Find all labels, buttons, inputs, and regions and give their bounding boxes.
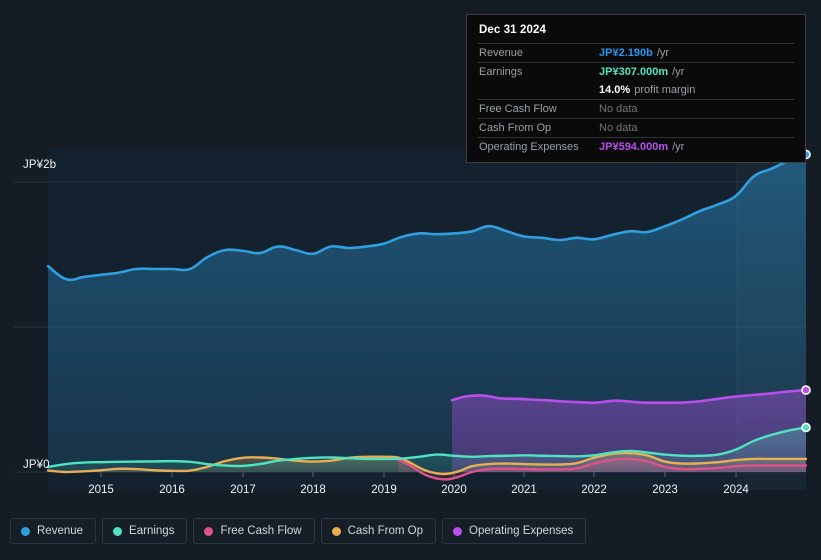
tooltip-row-value-wrap: No data xyxy=(599,122,638,134)
tooltip-rows: Revenue JP¥2.190b/yr Earnings JP¥307.000m/y… xyxy=(477,43,795,156)
tooltip-row-suffix: /yr xyxy=(672,66,685,78)
x-axis-label-2018: 2018 xyxy=(300,484,326,496)
legend-item-cash-from-op[interactable]: Cash From Op xyxy=(320,518,437,544)
tooltip-row-value: No data xyxy=(599,122,638,134)
tooltip-date: Dec 31 2024 xyxy=(479,24,546,36)
tooltip-row-value: JP¥307.000m xyxy=(599,66,669,78)
y-axis-label-zero: JP¥0 xyxy=(23,459,50,471)
legend-color-dot-icon xyxy=(331,526,341,536)
x-axis-label-2020: 2020 xyxy=(441,484,467,496)
legend-color-dot-icon xyxy=(453,526,463,536)
legend-item-label: Earnings xyxy=(129,525,175,537)
legend-item-label: Free Cash Flow xyxy=(220,525,302,537)
x-axis-label-2019: 2019 xyxy=(371,484,397,496)
legend-item-earnings[interactable]: Earnings xyxy=(102,518,188,544)
tooltip-row-value-wrap: JP¥2.190b/yr xyxy=(599,47,669,59)
x-axis-label-2023: 2023 xyxy=(652,484,678,496)
tooltip-row-suffix: /yr xyxy=(656,47,670,59)
tooltip-row-label: Revenue xyxy=(479,47,524,59)
end-marker-operating-expenses[interactable] xyxy=(801,385,811,395)
x-axis-label-2022: 2022 xyxy=(581,484,607,496)
tooltip-row: Free Cash Flow No data xyxy=(477,99,795,118)
tooltip-row-label: Free Cash Flow xyxy=(479,103,557,115)
legend-item-revenue[interactable]: Revenue xyxy=(10,518,97,544)
legend-item-label: Cash From Op xyxy=(347,525,424,537)
tooltip-row-value-wrap: 14.0% profit margin xyxy=(599,84,695,96)
chart-tooltip: Dec 31 2024 Revenue JP¥2.190b/yr Earnings J… xyxy=(466,14,806,163)
tooltip-row-suffix: /yr xyxy=(672,141,685,153)
x-axis-label-2015: 2015 xyxy=(88,484,114,496)
legend-item-label: Operating Expenses xyxy=(469,525,574,537)
tooltip-row: Earnings JP¥307.000m/yr xyxy=(477,62,795,81)
legend-color-dot-icon xyxy=(204,526,214,536)
tooltip-row: Operating Expenses JP¥594.000m/yr xyxy=(477,137,795,156)
tooltip-row: 14.0% profit margin xyxy=(477,81,795,99)
legend-item-operating-expenses[interactable]: Operating Expenses xyxy=(442,518,587,544)
tooltip-row-value: JP¥2.190b xyxy=(599,47,653,59)
tooltip-row-value: 14.0% xyxy=(599,84,631,96)
legend-item-label: Revenue xyxy=(37,525,84,537)
tooltip-row-label: Earnings xyxy=(479,66,523,78)
tooltip-row: Revenue JP¥2.190b/yr xyxy=(477,43,795,62)
legend-color-dot-icon xyxy=(113,526,123,536)
legend-color-dot-icon xyxy=(21,526,30,536)
legend-item-free-cash-flow[interactable]: Free Cash Flow xyxy=(193,518,315,544)
x-axis-label-2024: 2024 xyxy=(723,484,749,496)
tooltip-row-value: JP¥594.000m xyxy=(599,141,669,153)
tooltip-row-value: No data xyxy=(599,103,638,115)
tooltip-row-value-wrap: JP¥307.000m/yr xyxy=(599,66,684,78)
tooltip-row-label: Cash From Op xyxy=(479,122,552,134)
tooltip-row-suffix: profit margin xyxy=(634,84,696,96)
chart-legend[interactable]: Revenue Earnings Free Cash Flow Cash From O… xyxy=(10,518,587,544)
tooltip-row: Cash From Op No data xyxy=(477,118,795,137)
tooltip-row-value-wrap: No data xyxy=(599,103,638,115)
x-axis-label-2017: 2017 xyxy=(230,484,256,496)
y-axis-label-max: JP¥2b xyxy=(23,159,57,171)
tooltip-row-value-wrap: JP¥594.000m/yr xyxy=(599,141,684,153)
tooltip-row-label: Operating Expenses xyxy=(479,141,579,153)
end-marker-earnings[interactable] xyxy=(801,422,811,433)
x-axis-label-2021: 2021 xyxy=(511,484,537,496)
x-axis-label-2016: 2016 xyxy=(159,484,185,496)
